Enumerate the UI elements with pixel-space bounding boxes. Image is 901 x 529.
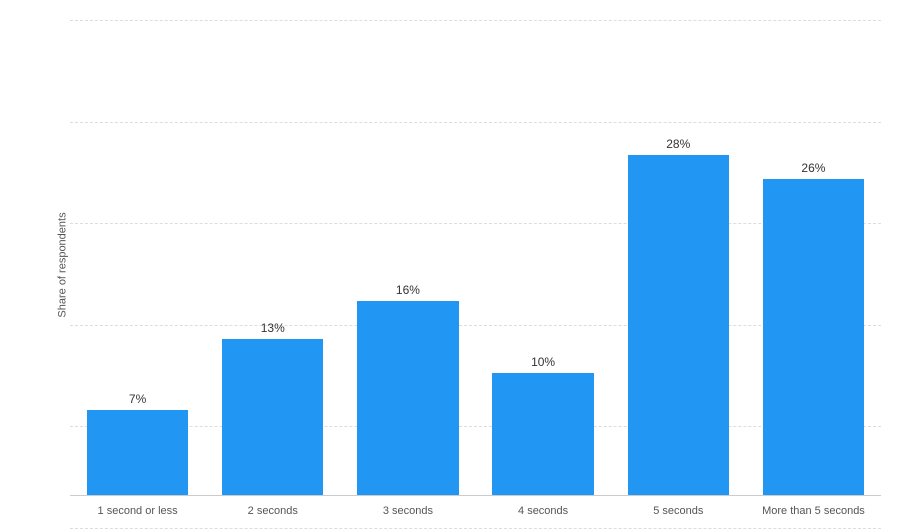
bars-section: 7% 13% 16% 10% 28% 26%	[70, 20, 881, 495]
bar-group: 16%	[340, 20, 475, 495]
bar	[492, 373, 593, 495]
bar-group: 13%	[205, 20, 340, 495]
chart-area: 7%13%16%10%28%26% 1 second or less2 seco…	[70, 20, 881, 529]
bar-value-label: 7%	[129, 392, 146, 406]
bar-value-label: 13%	[261, 321, 285, 335]
bar-value-label: 26%	[801, 161, 825, 175]
bar-group: 7%	[70, 20, 205, 495]
bar	[628, 155, 729, 495]
y-axis-label: Share of respondents	[57, 212, 69, 317]
bar	[357, 301, 458, 495]
chart-container: Share of respondents 7% 13% 16% 10% 28% 26% 1…	[0, 0, 901, 529]
bar-group: 26%	[746, 20, 881, 495]
bar-value-label: 28%	[666, 137, 690, 151]
bar	[222, 339, 323, 495]
bar-value-label: 10%	[531, 355, 555, 369]
bar-value-label: 16%	[396, 283, 420, 297]
bar	[763, 179, 864, 495]
bar-group: 10%	[476, 20, 611, 495]
bar-group: 28%	[611, 20, 746, 495]
bar	[87, 410, 188, 495]
